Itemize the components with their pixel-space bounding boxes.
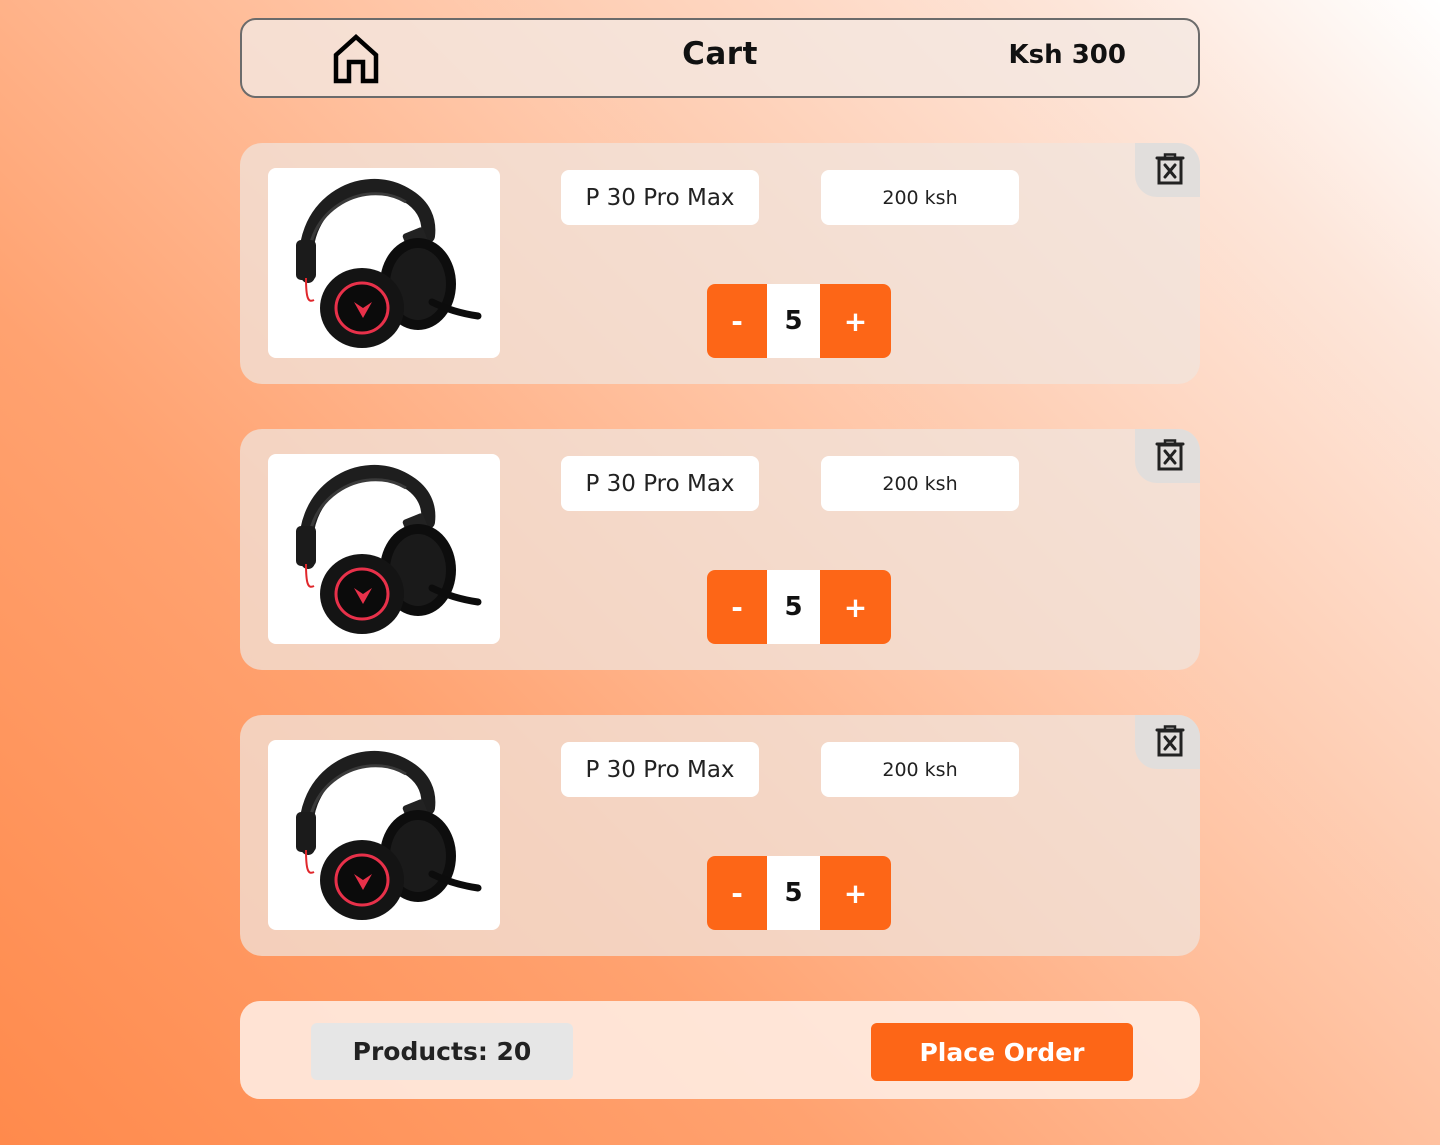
increment-button[interactable]: + (820, 570, 891, 644)
quantity-stepper: - 5 + (707, 570, 891, 644)
headphones-image (296, 179, 482, 348)
increment-button[interactable]: + (820, 856, 891, 930)
cart-total: Ksh 300 (1008, 40, 1126, 70)
cart-item: P 30 Pro Max 200 ksh - 5 + (240, 143, 1200, 384)
decrement-button[interactable]: - (707, 856, 767, 930)
cart-header: Cart Ksh 300 (240, 18, 1200, 98)
product-image (268, 168, 500, 358)
quantity-value: 5 (784, 592, 803, 622)
increment-button[interactable]: + (820, 284, 891, 358)
products-count: Products: 20 (311, 1023, 573, 1080)
headphones-image (296, 465, 482, 634)
delete-icon (1155, 153, 1185, 185)
product-name: P 30 Pro Max (561, 742, 759, 797)
product-name: P 30 Pro Max (561, 456, 759, 511)
product-name: P 30 Pro Max (561, 170, 759, 225)
quantity-value: 5 (784, 878, 803, 908)
cart-item: P 30 Pro Max 200 ksh - 5 + (240, 429, 1200, 670)
place-order-button[interactable]: Place Order (871, 1023, 1133, 1081)
remove-item-button[interactable] (1135, 715, 1200, 769)
cart-footer: Products: 20 Place Order (240, 1001, 1200, 1099)
quantity-value: 5 (784, 306, 803, 336)
cart-item: P 30 Pro Max 200 ksh - 5 + (240, 715, 1200, 956)
remove-item-button[interactable] (1135, 143, 1200, 197)
decrement-button[interactable]: - (707, 284, 767, 358)
product-price: 200 ksh (821, 170, 1019, 225)
quantity-stepper: - 5 + (707, 856, 891, 930)
remove-item-button[interactable] (1135, 429, 1200, 483)
delete-icon (1155, 439, 1185, 471)
quantity-stepper: - 5 + (707, 284, 891, 358)
delete-icon (1155, 725, 1185, 757)
product-price: 200 ksh (821, 456, 1019, 511)
decrement-button[interactable]: - (707, 570, 767, 644)
headphones-image (296, 751, 482, 920)
product-image (268, 740, 500, 930)
product-price: 200 ksh (821, 742, 1019, 797)
product-image (268, 454, 500, 644)
